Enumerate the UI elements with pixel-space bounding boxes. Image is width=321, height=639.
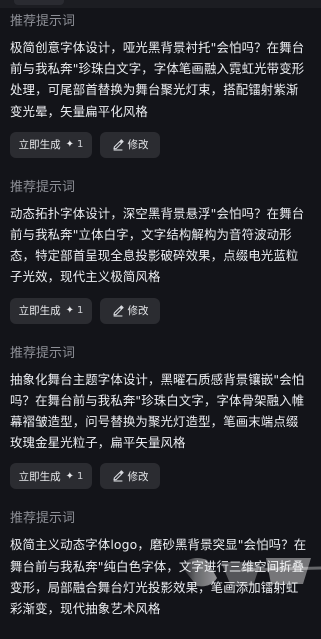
generate-now-button[interactable]: 立即生成 ✦ 1 xyxy=(10,463,92,490)
prompt-card-label: 推荐提示词 xyxy=(10,179,76,195)
edit-button[interactable]: 修改 xyxy=(100,463,160,490)
edit-label: 修改 xyxy=(127,139,149,152)
top-bar-handle xyxy=(14,0,64,5)
prompt-card-text: 极简主义动态字体logo，磨砂黑背景突显"会怕吗？在舞台前与我私奔"纯白色字体，… xyxy=(10,537,307,617)
prompt-card-actions: 立即生成 ✦ 1 修改 xyxy=(10,297,311,324)
prompt-card: 推荐提示词 抽象化舞台主题字体设计，黑曜石质感背景镶嵌"会怕吗？在舞台前与我私奔… xyxy=(0,344,321,490)
prompt-card-label: 推荐提示词 xyxy=(10,511,76,527)
prompt-card: 推荐提示词 动态拓扑字体设计，深空黑背景悬浮"会怕吗？在舞台前与我私奔"立体白字… xyxy=(0,178,321,324)
prompt-feed: 推荐提示词 极简创意字体设计，哑光黑背景衬托"会怕吗？在舞台前与我私奔"珍珠白文… xyxy=(0,12,321,639)
sparkle-icon: ✦ xyxy=(65,470,74,482)
sparkle-icon: ✦ xyxy=(65,305,74,317)
generate-now-label: 立即生成 xyxy=(18,470,61,483)
prompt-card-label: 推荐提示词 xyxy=(10,345,76,361)
prompt-card-actions: 立即生成 ✦ 1 修改 xyxy=(10,131,311,158)
top-bar xyxy=(0,0,321,8)
edit-button[interactable]: 修改 xyxy=(100,131,160,158)
generate-cost: 1 xyxy=(77,139,84,151)
generate-now-label: 立即生成 xyxy=(18,305,61,318)
generate-now-button[interactable]: 立即生成 ✦ 1 xyxy=(10,297,92,324)
sparkle-icon: ✦ xyxy=(65,139,74,151)
pencil-icon xyxy=(112,139,124,151)
prompt-card-label: 推荐提示词 xyxy=(10,14,76,29)
edit-label: 修改 xyxy=(127,305,149,318)
prompt-card: 推荐提示词 极简主义动态字体logo，磨砂黑背景突显"会怕吗？在舞台前与我私奔"… xyxy=(0,509,321,619)
edit-button[interactable]: 修改 xyxy=(100,297,160,324)
generate-cost: 1 xyxy=(77,305,84,317)
prompt-card-text: 动态拓扑字体设计，深空黑背景悬浮"会怕吗？在舞台前与我私奔"立体白字，文字结构解… xyxy=(10,205,305,285)
prompt-card-text: 极简创意字体设计，哑光黑背景衬托"会怕吗？在舞台前与我私奔"珍珠白文字，字体笔画… xyxy=(10,40,305,119)
generate-now-button[interactable]: 立即生成 ✦ 1 xyxy=(10,131,92,158)
prompt-card: 推荐提示词 极简创意字体设计，哑光黑背景衬托"会怕吗？在舞台前与我私奔"珍珠白文… xyxy=(0,12,321,158)
prompt-card-text: 抽象化舞台主题字体设计，黑曜石质感背景镶嵌"会怕吗？在舞台前与我私奔"珍珠白文字… xyxy=(10,371,305,451)
prompt-card-actions: 立即生成 ✦ 1 修改 xyxy=(10,463,311,490)
generate-now-label: 立即生成 xyxy=(18,139,61,152)
edit-label: 修改 xyxy=(127,470,149,483)
pencil-icon xyxy=(112,304,124,317)
generate-cost: 1 xyxy=(77,470,84,482)
pencil-icon xyxy=(112,470,124,482)
